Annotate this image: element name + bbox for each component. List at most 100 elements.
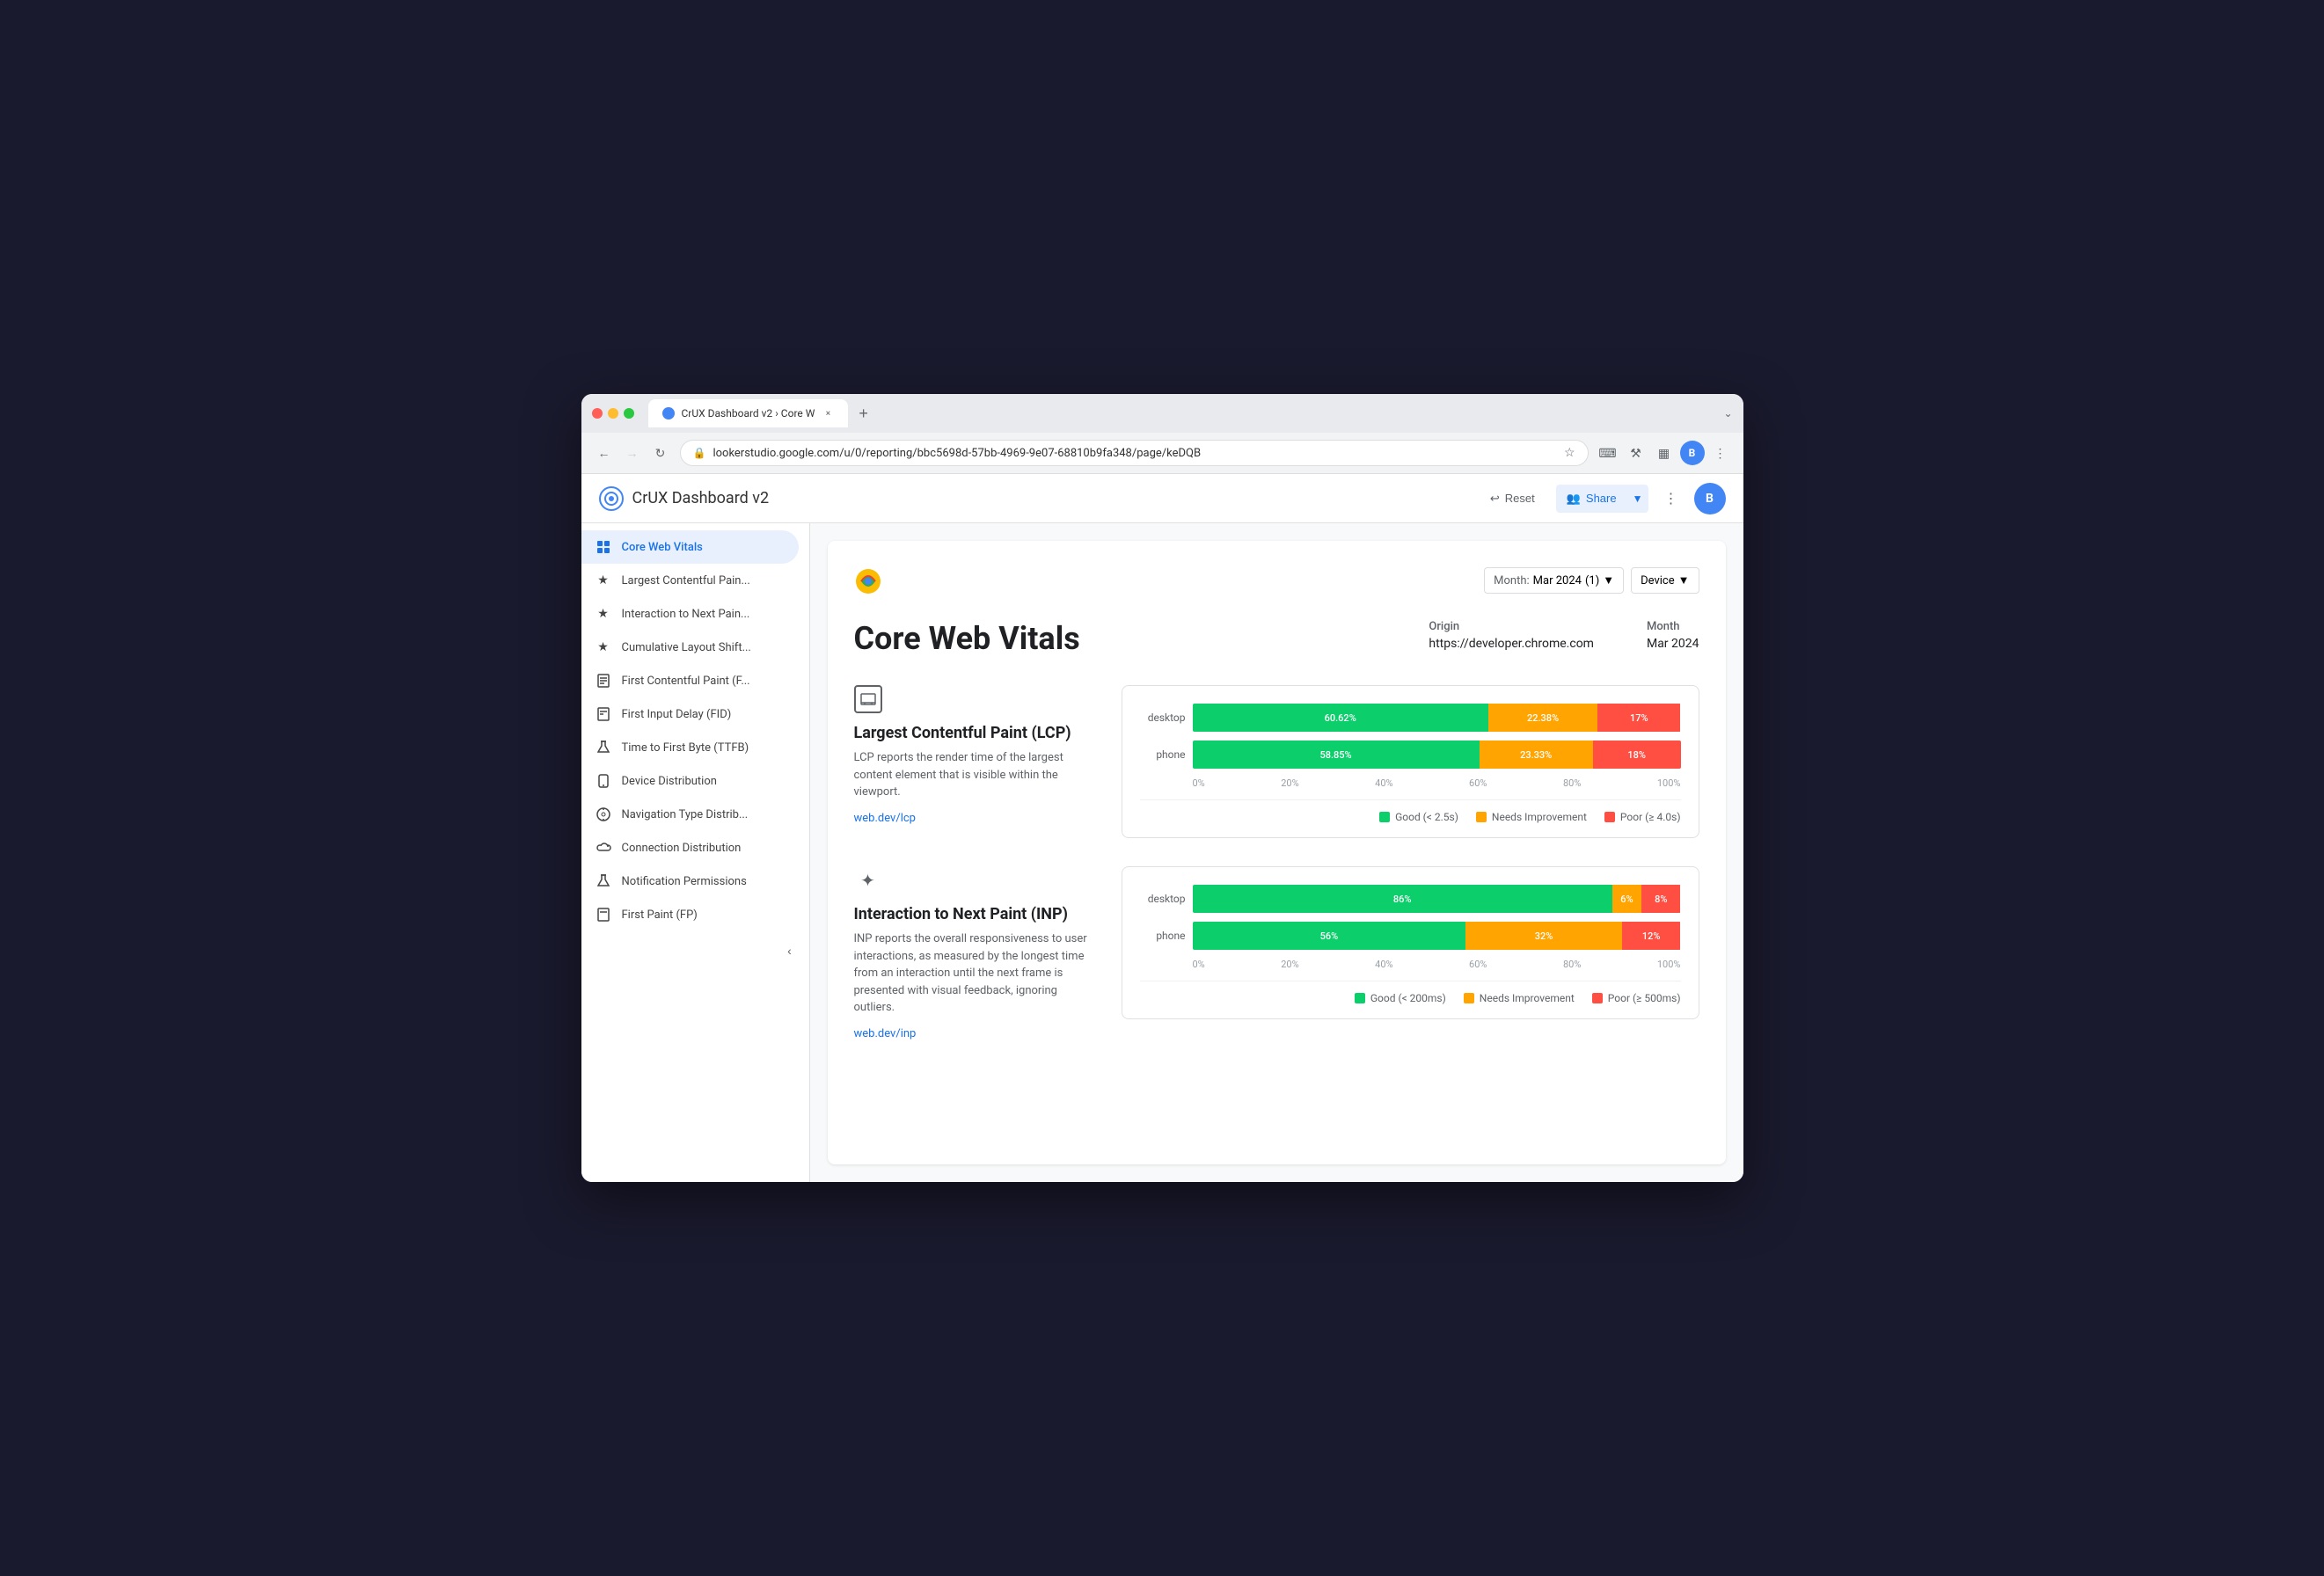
address-bar[interactable]: 🔒 lookerstudio.google.com/u/0/reporting/… [680, 440, 1589, 466]
new-tab-button[interactable]: + [851, 401, 875, 427]
app-user-avatar[interactable]: B [1694, 483, 1726, 514]
share-dropdown-button[interactable]: ▼ [1627, 485, 1648, 513]
lcp-phone-row: phone 58.85% 23.33% 18% [1140, 741, 1681, 769]
maximize-traffic-light[interactable] [624, 408, 634, 419]
month-filter-value: Mar 2024 [1533, 574, 1582, 587]
inp-axis-100: 100% [1657, 959, 1681, 970]
sidebar-item-first-paint[interactable]: First Paint (FP) [581, 898, 799, 931]
lcp-icon [854, 685, 882, 713]
sidebar-button[interactable]: ▦ [1652, 441, 1677, 465]
axis-0: 0% [1193, 777, 1205, 789]
doc3-icon-fp [596, 907, 611, 923]
doc2-icon-fid [596, 706, 611, 722]
inp-bar-chart: desktop 86% 6% 8% phone 56% [1140, 885, 1681, 970]
sidebar-item-core-web-vitals[interactable]: Core Web Vitals [581, 530, 799, 564]
inp-link[interactable]: web.dev/inp [854, 1027, 917, 1040]
share-group: 👥 Share ▼ [1556, 485, 1648, 513]
inp-phone-poor: 12% [1622, 922, 1681, 950]
tab-close-button[interactable]: × [822, 407, 834, 420]
sidebar-item-time-to-first-byte[interactable]: Time to First Byte (TTFB) [581, 731, 799, 764]
sidebar-item-cumulative-layout-shift[interactable]: ★ Cumulative Layout Shift... [581, 631, 799, 664]
main-layout: Core Web Vitals ★ Largest Contentful Pai… [581, 523, 1743, 1182]
sidebar-label-core-web-vitals: Core Web Vitals [622, 541, 703, 554]
title-bar: CrUX Dashboard v2 › Core W × + ⌄ [581, 394, 1743, 433]
star-icon-inp: ★ [596, 606, 611, 622]
tab-favicon [662, 407, 675, 420]
report-meta: Origin https://developer.chrome.com Mont… [1429, 620, 1699, 651]
app-header: CrUX Dashboard v2 ↩ Reset 👥 Share ▼ ⋮ B [581, 474, 1743, 523]
legend-poor-dot [1604, 812, 1615, 822]
sidebar-item-first-contentful-paint[interactable]: First Contentful Paint (F... [581, 664, 799, 697]
sidebar-label-fcp: First Contentful Paint (F... [622, 675, 750, 688]
legend-needs-label: Needs Improvement [1492, 811, 1587, 823]
inp-axis-80: 80% [1563, 959, 1581, 970]
active-tab[interactable]: CrUX Dashboard v2 › Core W × [648, 399, 849, 427]
month-filter-label: Month: [1494, 574, 1530, 587]
app-more-button[interactable]: ⋮ [1655, 483, 1687, 514]
url-text: lookerstudio.google.com/u/0/reporting/bb… [713, 447, 1556, 460]
collapse-button[interactable]: ‹ [778, 938, 802, 963]
device-filter-value: Device [1641, 574, 1675, 587]
reset-button[interactable]: ↩ Reset [1476, 485, 1549, 513]
sidebar-item-device-distribution[interactable]: Device Distribution [581, 764, 799, 798]
month-filter[interactable]: Month: Mar 2024 (1) ▼ [1484, 567, 1624, 594]
device-filter[interactable]: Device ▼ [1631, 567, 1699, 594]
inp-desktop-good: 86% [1193, 885, 1612, 913]
lcp-desktop-poor: 17% [1597, 704, 1680, 732]
inp-legend-needs-dot [1464, 993, 1474, 1003]
browser-avatar[interactable]: B [1680, 441, 1705, 465]
sidebar-label-notification: Notification Permissions [622, 875, 747, 888]
bookmark-icon[interactable]: ☆ [1564, 446, 1575, 460]
lcp-desktop-row: desktop 60.62% 22.38% 17% [1140, 704, 1681, 732]
month-label: Month [1647, 620, 1699, 633]
legend-good: Good (< 2.5s) [1379, 811, 1458, 823]
inp-axis-40: 40% [1375, 959, 1392, 970]
close-traffic-light[interactable] [592, 408, 603, 419]
more-options-button[interactable]: ⋮ [1708, 441, 1733, 465]
star-icon-cls: ★ [596, 639, 611, 655]
axis-40: 40% [1375, 777, 1392, 789]
compass-icon [596, 806, 611, 822]
month-meta: Month Mar 2024 [1647, 620, 1699, 651]
extension-button[interactable]: ⌨ [1596, 441, 1620, 465]
inp-desktop-track: 86% 6% 8% [1193, 885, 1681, 913]
sidebar-item-largest-contentful-paint[interactable]: ★ Largest Contentful Pain... [581, 564, 799, 597]
sidebar-item-navigation-type[interactable]: Navigation Type Distrib... [581, 798, 799, 831]
flask-icon-ttfb [596, 740, 611, 755]
traffic-lights [592, 408, 634, 419]
app-header-actions: ↩ Reset 👥 Share ▼ ⋮ B [1476, 483, 1726, 514]
sidebar-item-first-input-delay[interactable]: First Input Delay (FID) [581, 697, 799, 731]
minimize-traffic-light[interactable] [608, 408, 618, 419]
inp-legend-good-label: Good (< 200ms) [1370, 992, 1446, 1004]
sidebar-item-notification-permissions[interactable]: Notification Permissions [581, 865, 799, 898]
phone-icon [596, 773, 611, 789]
origin-label: Origin [1429, 620, 1594, 633]
report-header: Month: Mar 2024 (1) ▼ Device ▼ [854, 567, 1699, 599]
cloud-icon [596, 840, 611, 856]
lcp-phone-label: phone [1140, 748, 1186, 761]
grid-icon [596, 539, 611, 555]
sidebar-item-interaction-to-next-paint[interactable]: ★ Interaction to Next Pain... [581, 597, 799, 631]
month-filter-chevron: ▼ [1603, 573, 1614, 587]
share-button[interactable]: 👥 Share [1556, 485, 1627, 513]
inp-chart-axis: 0% 20% 40% 60% 80% 100% [1193, 959, 1681, 970]
report-page-title: Core Web Vitals [854, 620, 1080, 657]
sidebar-label-device: Device Distribution [622, 775, 717, 788]
reload-button[interactable]: ↻ [648, 441, 673, 465]
doc-icon-fcp [596, 673, 611, 689]
inp-desktop-label: desktop [1140, 893, 1186, 905]
sidebar-item-connection-distribution[interactable]: Connection Distribution [581, 831, 799, 865]
lcp-bar-chart: desktop 60.62% 22.38% 17% phone [1140, 704, 1681, 789]
lcp-link[interactable]: web.dev/lcp [854, 812, 916, 825]
back-button[interactable]: ← [592, 441, 617, 465]
axis-60: 60% [1469, 777, 1487, 789]
devtools-button[interactable]: ⚒ [1624, 441, 1648, 465]
origin-value: https://developer.chrome.com [1429, 637, 1594, 651]
lcp-phone-good: 58.85% [1193, 741, 1480, 769]
device-filter-chevron: ▼ [1678, 573, 1690, 587]
tab-title: CrUX Dashboard v2 › Core W [682, 407, 815, 420]
inp-phone-needs: 32% [1465, 922, 1622, 950]
forward-button[interactable]: → [620, 441, 645, 465]
browser-chrome: ← → ↻ 🔒 lookerstudio.google.com/u/0/repo… [581, 433, 1743, 474]
lcp-legend: Good (< 2.5s) Needs Improvement Poor (≥ … [1140, 799, 1681, 823]
